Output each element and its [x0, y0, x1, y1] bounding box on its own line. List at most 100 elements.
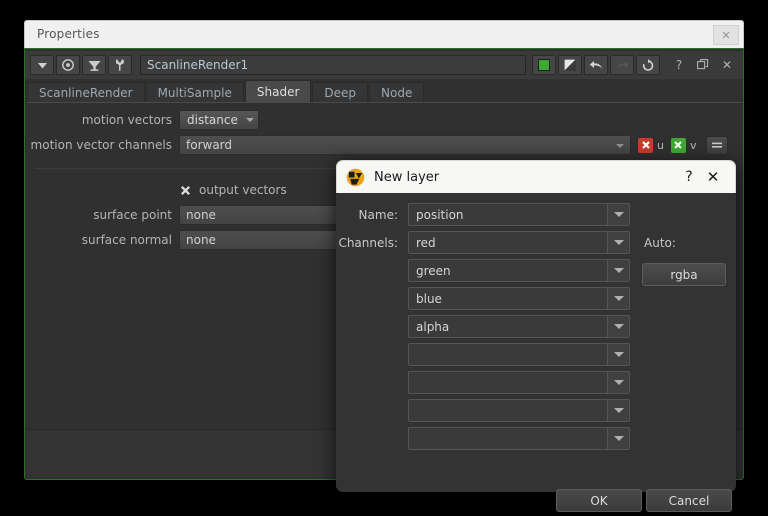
chevron-down-icon[interactable]	[607, 288, 629, 309]
chevron-down-icon[interactable]	[607, 400, 629, 421]
chevron-down-icon[interactable]	[607, 428, 629, 449]
dialog-titlebar: New layer ? ✕	[336, 160, 736, 193]
channel-dropdown-6[interactable]	[408, 399, 630, 422]
node-name-input[interactable]: ScanlineRender1	[140, 55, 526, 75]
tab-label: Node	[381, 85, 413, 100]
motion-vectors-dropdown[interactable]: distance	[179, 110, 259, 130]
tab-label: MultiSample	[157, 85, 232, 100]
node-viewer-button[interactable]	[82, 55, 106, 75]
equals-icon	[711, 142, 722, 148]
chevron-down-icon	[616, 144, 624, 148]
undo-icon	[589, 61, 602, 69]
channels-row-0: Channels: red	[336, 231, 630, 254]
dialog-help-button[interactable]: ?	[678, 166, 700, 188]
undo-button[interactable]	[584, 55, 608, 75]
float-window-icon	[697, 59, 709, 70]
properties-panel-close-button[interactable]: ✕	[716, 55, 738, 75]
channel-u-checkbox[interactable]	[638, 137, 653, 153]
properties-tabs: ScanlineRender MultiSample Shader Deep N…	[27, 80, 743, 103]
channel-dropdown-2[interactable]: blue	[408, 287, 630, 310]
channel-v-checkbox[interactable]	[670, 137, 686, 153]
channel-value-2: blue	[416, 291, 442, 306]
channels-row-6	[408, 399, 630, 422]
properties-float-button[interactable]	[692, 55, 714, 75]
redo-button[interactable]	[610, 55, 634, 75]
channels-label: Channels:	[338, 235, 398, 250]
channel-dropdown-3[interactable]: alpha	[408, 315, 630, 338]
node-toolbar: ScanlineRender1 ? ✕	[25, 51, 743, 79]
auto-label: Auto:	[644, 236, 676, 250]
properties-window-close-button[interactable]	[713, 25, 739, 45]
properties-help-button[interactable]: ?	[668, 55, 690, 75]
rgba-button-label: rgba	[670, 267, 698, 282]
channel-value-6	[409, 400, 607, 421]
channel-dropdown-0[interactable]: red	[408, 231, 630, 254]
help-label: ?	[675, 58, 683, 72]
close-label: ✕	[706, 168, 720, 186]
revert-button[interactable]	[636, 55, 660, 75]
node-target-button[interactable]	[56, 55, 80, 75]
channels-row-4	[408, 343, 630, 366]
node-color-swatch-button[interactable]	[532, 55, 556, 75]
wrench-icon	[115, 59, 124, 71]
dialog-title: New layer	[374, 169, 440, 185]
channel-dropdown-4[interactable]	[408, 343, 630, 366]
rgba-button[interactable]: rgba	[642, 263, 726, 286]
properties-menu-button[interactable]	[30, 55, 54, 75]
motion-vectors-label: motion vectors	[81, 113, 172, 127]
node-name-value: ScanlineRender1	[147, 58, 249, 72]
x-mark-icon	[641, 141, 650, 149]
output-vectors-label: output vectors	[199, 183, 287, 197]
node-bw-swatch-button[interactable]	[558, 55, 582, 75]
surface-normal-label: surface normal	[81, 233, 172, 247]
revert-icon	[642, 58, 654, 71]
chevron-down-icon[interactable]	[607, 344, 629, 365]
properties-window-title: Properties	[37, 27, 100, 41]
channel-value-1: green	[416, 263, 451, 278]
output-vectors-checkbox[interactable]	[179, 184, 192, 197]
new-layer-dialog: New layer ? ✕ Name: position Channels: r…	[336, 160, 736, 512]
tab-label: Shader	[256, 84, 300, 99]
channels-row-2: blue	[408, 287, 630, 310]
chevron-down-icon[interactable]	[607, 204, 629, 225]
x-mark-icon	[674, 141, 683, 149]
chevron-down-icon[interactable]	[607, 260, 629, 281]
name-row: Name: position	[336, 203, 630, 226]
channels-row-7	[408, 427, 630, 450]
monitor-icon	[88, 60, 100, 71]
channel-equals-button[interactable]	[705, 135, 728, 155]
properties-titlebar: Properties	[24, 20, 744, 48]
surface-normal-value: none	[186, 233, 216, 247]
chevron-down-icon[interactable]	[607, 372, 629, 393]
tab-shader[interactable]: Shader	[244, 80, 312, 102]
channel-dropdown-1[interactable]: green	[408, 259, 630, 282]
x-mark-icon	[180, 185, 191, 195]
channel-u-label: u	[657, 138, 664, 152]
tab-deep[interactable]: Deep	[312, 82, 369, 102]
tab-label: Deep	[324, 85, 357, 100]
layer-name-dropdown[interactable]: position	[408, 203, 630, 226]
motion-vector-channels-input[interactable]: forward	[179, 135, 631, 155]
channel-dropdown-7[interactable]	[408, 427, 630, 450]
name-label: Name:	[358, 207, 398, 222]
ok-button[interactable]: OK	[556, 489, 642, 512]
chevron-down-icon[interactable]	[607, 316, 629, 337]
cancel-button-label: Cancel	[668, 493, 710, 508]
ok-button-label: OK	[590, 493, 608, 508]
tab-multisample[interactable]: MultiSample	[145, 82, 244, 102]
chevron-down-icon[interactable]	[607, 232, 629, 253]
node-settings-button[interactable]	[108, 55, 132, 75]
motion-vector-channels-row: motion vector channels forward u v	[27, 134, 743, 156]
motion-vector-channels-label: motion vector channels	[30, 138, 172, 152]
screen-root: Properties ScanlineRender1 ? ✕ ScanlineR…	[0, 0, 768, 516]
cancel-button[interactable]: Cancel	[646, 489, 732, 512]
tab-scanlinerender[interactable]: ScanlineRender	[27, 82, 145, 102]
target-icon	[62, 59, 74, 71]
dialog-close-button[interactable]: ✕	[700, 166, 726, 188]
channel-value-7	[409, 428, 607, 449]
channel-value-0: red	[416, 235, 436, 250]
redo-icon	[616, 61, 629, 69]
motion-vectors-value: distance	[187, 113, 238, 127]
channel-dropdown-5[interactable]	[408, 371, 630, 394]
tab-node[interactable]: Node	[369, 82, 425, 102]
